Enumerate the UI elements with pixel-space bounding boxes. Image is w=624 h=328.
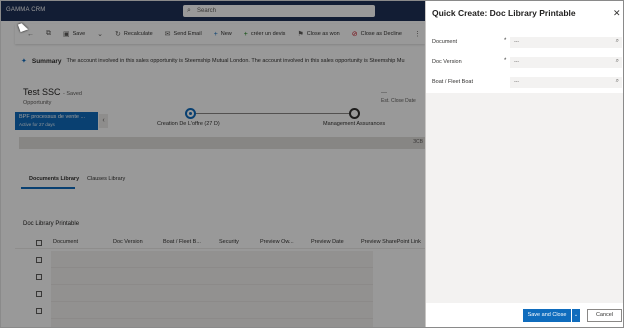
quick-create-panel: Quick Create: Doc Library Printable ✕ Do… [425,1,623,327]
boat-fleet-lookup-input[interactable]: --- ⌕ [510,77,622,88]
quick-create-footer: Save and Close ⌄ Cancel [426,303,623,327]
modal-overlay[interactable] [1,1,425,327]
app-window: GAMMA CRM ⌕ Search ← ⧉ ▣ Save ⌄ ↻ Recalcul… [0,0,624,328]
document-lookup-input[interactable]: --- ⌕ [510,37,622,48]
document-placeholder: --- [514,39,519,45]
search-icon[interactable]: ⌕ [616,38,619,45]
quick-create-title: Quick Create: Doc Library Printable [432,8,576,18]
required-indicator: * [504,38,507,44]
save-options-chevron-icon[interactable]: ⌄ [572,309,580,322]
doc-version-label: Doc Version [432,59,462,65]
required-indicator: * [504,58,507,64]
document-label: Document [432,39,458,45]
doc-version-lookup-input[interactable]: --- ⌕ [510,57,622,68]
doc-version-placeholder: --- [514,59,519,65]
quick-create-form: Document * --- ⌕ Doc Version * --- ⌕ Boa… [426,23,623,93]
close-icon[interactable]: ✕ [613,8,621,18]
save-and-close-button[interactable]: Save and Close [523,309,571,322]
boat-fleet-label: Boat / Fleet Boat [432,79,473,85]
search-icon[interactable]: ⌕ [616,58,619,65]
quick-create-body [426,93,623,303]
search-icon[interactable]: ⌕ [616,78,619,85]
cancel-button[interactable]: Cancel [587,309,622,322]
boat-fleet-placeholder: --- [514,79,519,85]
